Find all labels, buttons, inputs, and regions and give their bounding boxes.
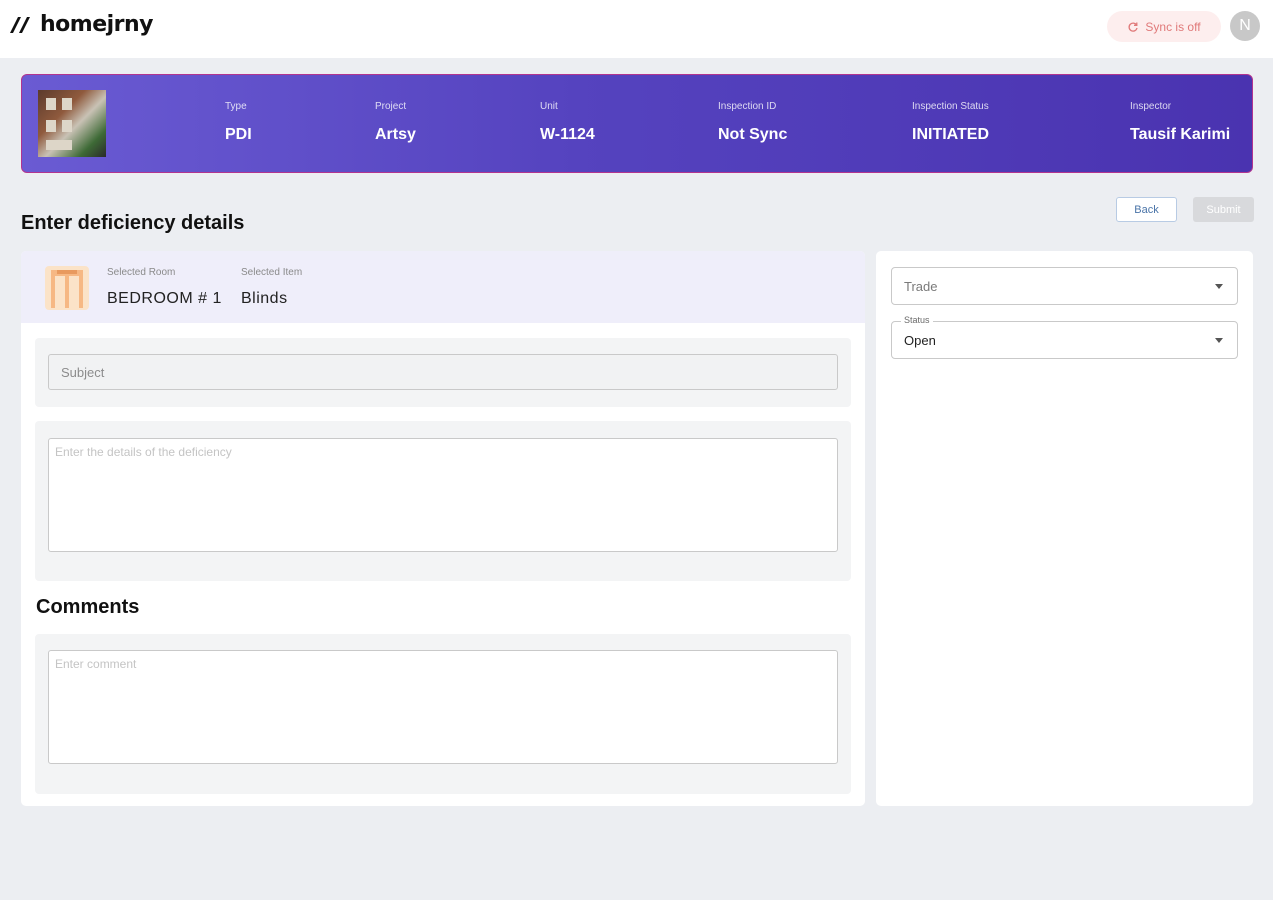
selected-room-item-header: Selected Room BEDROOM # 1 Selected Item …	[21, 251, 865, 323]
deficiency-form-card: Selected Room BEDROOM # 1 Selected Item …	[21, 251, 865, 806]
inspection-id-label: Inspection ID	[718, 101, 777, 112]
selected-room-label: Selected Room	[107, 267, 176, 278]
type-label: Type	[225, 101, 247, 112]
status-select-value: Open	[904, 332, 936, 348]
submit-button[interactable]: Submit	[1193, 197, 1254, 222]
page-title: Enter deficiency details	[21, 212, 245, 234]
selected-item-value: Blinds	[241, 290, 288, 307]
selected-room-value: BEDROOM # 1	[107, 290, 222, 307]
logo[interactable]: homejrny	[8, 12, 154, 37]
comments-title: Comments	[36, 596, 140, 618]
trade-select[interactable]: Trade	[891, 267, 1238, 305]
banner-field-inspection-status: Inspection Status INITIATED	[912, 101, 989, 144]
status-select[interactable]: Status Open	[891, 315, 1238, 359]
inspection-status-value: INITIATED	[912, 126, 990, 143]
sync-icon	[1128, 22, 1139, 32]
room-door-icon	[45, 266, 89, 310]
comment-textarea[interactable]	[48, 650, 838, 764]
banner-field-type: Type PDI	[225, 101, 252, 144]
chevron-down-icon	[1215, 338, 1223, 343]
banner-field-inspection-id: Inspection ID Not Sync	[718, 101, 787, 144]
banner-field-project: Project Artsy	[375, 101, 416, 144]
project-label: Project	[375, 101, 407, 112]
chevron-down-icon	[1215, 284, 1223, 289]
inspection-id-value: Not Sync	[718, 126, 788, 143]
back-button[interactable]: Back	[1116, 197, 1177, 222]
inspector-value: Tausif Karimi	[1130, 126, 1231, 143]
attributes-card: Trade Status Open	[876, 251, 1253, 806]
logo-mark-icon	[10, 16, 30, 33]
selected-item: Selected Item Blinds	[241, 267, 302, 308]
top-bar: homejrny Sync is off N	[0, 0, 1273, 58]
sync-status-button[interactable]: Sync is off	[1107, 11, 1221, 42]
inspection-banner: Type PDI Project Artsy Unit W-1124 Inspe…	[21, 74, 1253, 173]
avatar[interactable]: N	[1230, 11, 1260, 41]
inspector-label: Inspector	[1130, 101, 1172, 112]
unit-label: Unit	[540, 101, 558, 112]
unit-value: W-1124	[540, 126, 595, 143]
subject-input[interactable]	[48, 354, 838, 390]
project-value: Artsy	[375, 126, 416, 143]
trade-select-placeholder: Trade	[904, 278, 938, 294]
status-select-label: Status	[901, 315, 933, 325]
selected-room: Selected Room BEDROOM # 1	[107, 267, 222, 308]
inspection-status-label: Inspection Status	[912, 101, 989, 112]
selected-item-label: Selected Item	[241, 267, 303, 278]
deficiency-details-textarea[interactable]	[48, 438, 838, 552]
banner-field-inspector: Inspector Tausif Karimi	[1130, 101, 1230, 144]
sync-status-label: Sync is off	[1145, 19, 1201, 34]
project-thumbnail	[38, 90, 106, 157]
type-value: PDI	[225, 126, 252, 143]
banner-field-unit: Unit W-1124	[540, 101, 595, 144]
brand-name: homejrny	[40, 12, 154, 37]
